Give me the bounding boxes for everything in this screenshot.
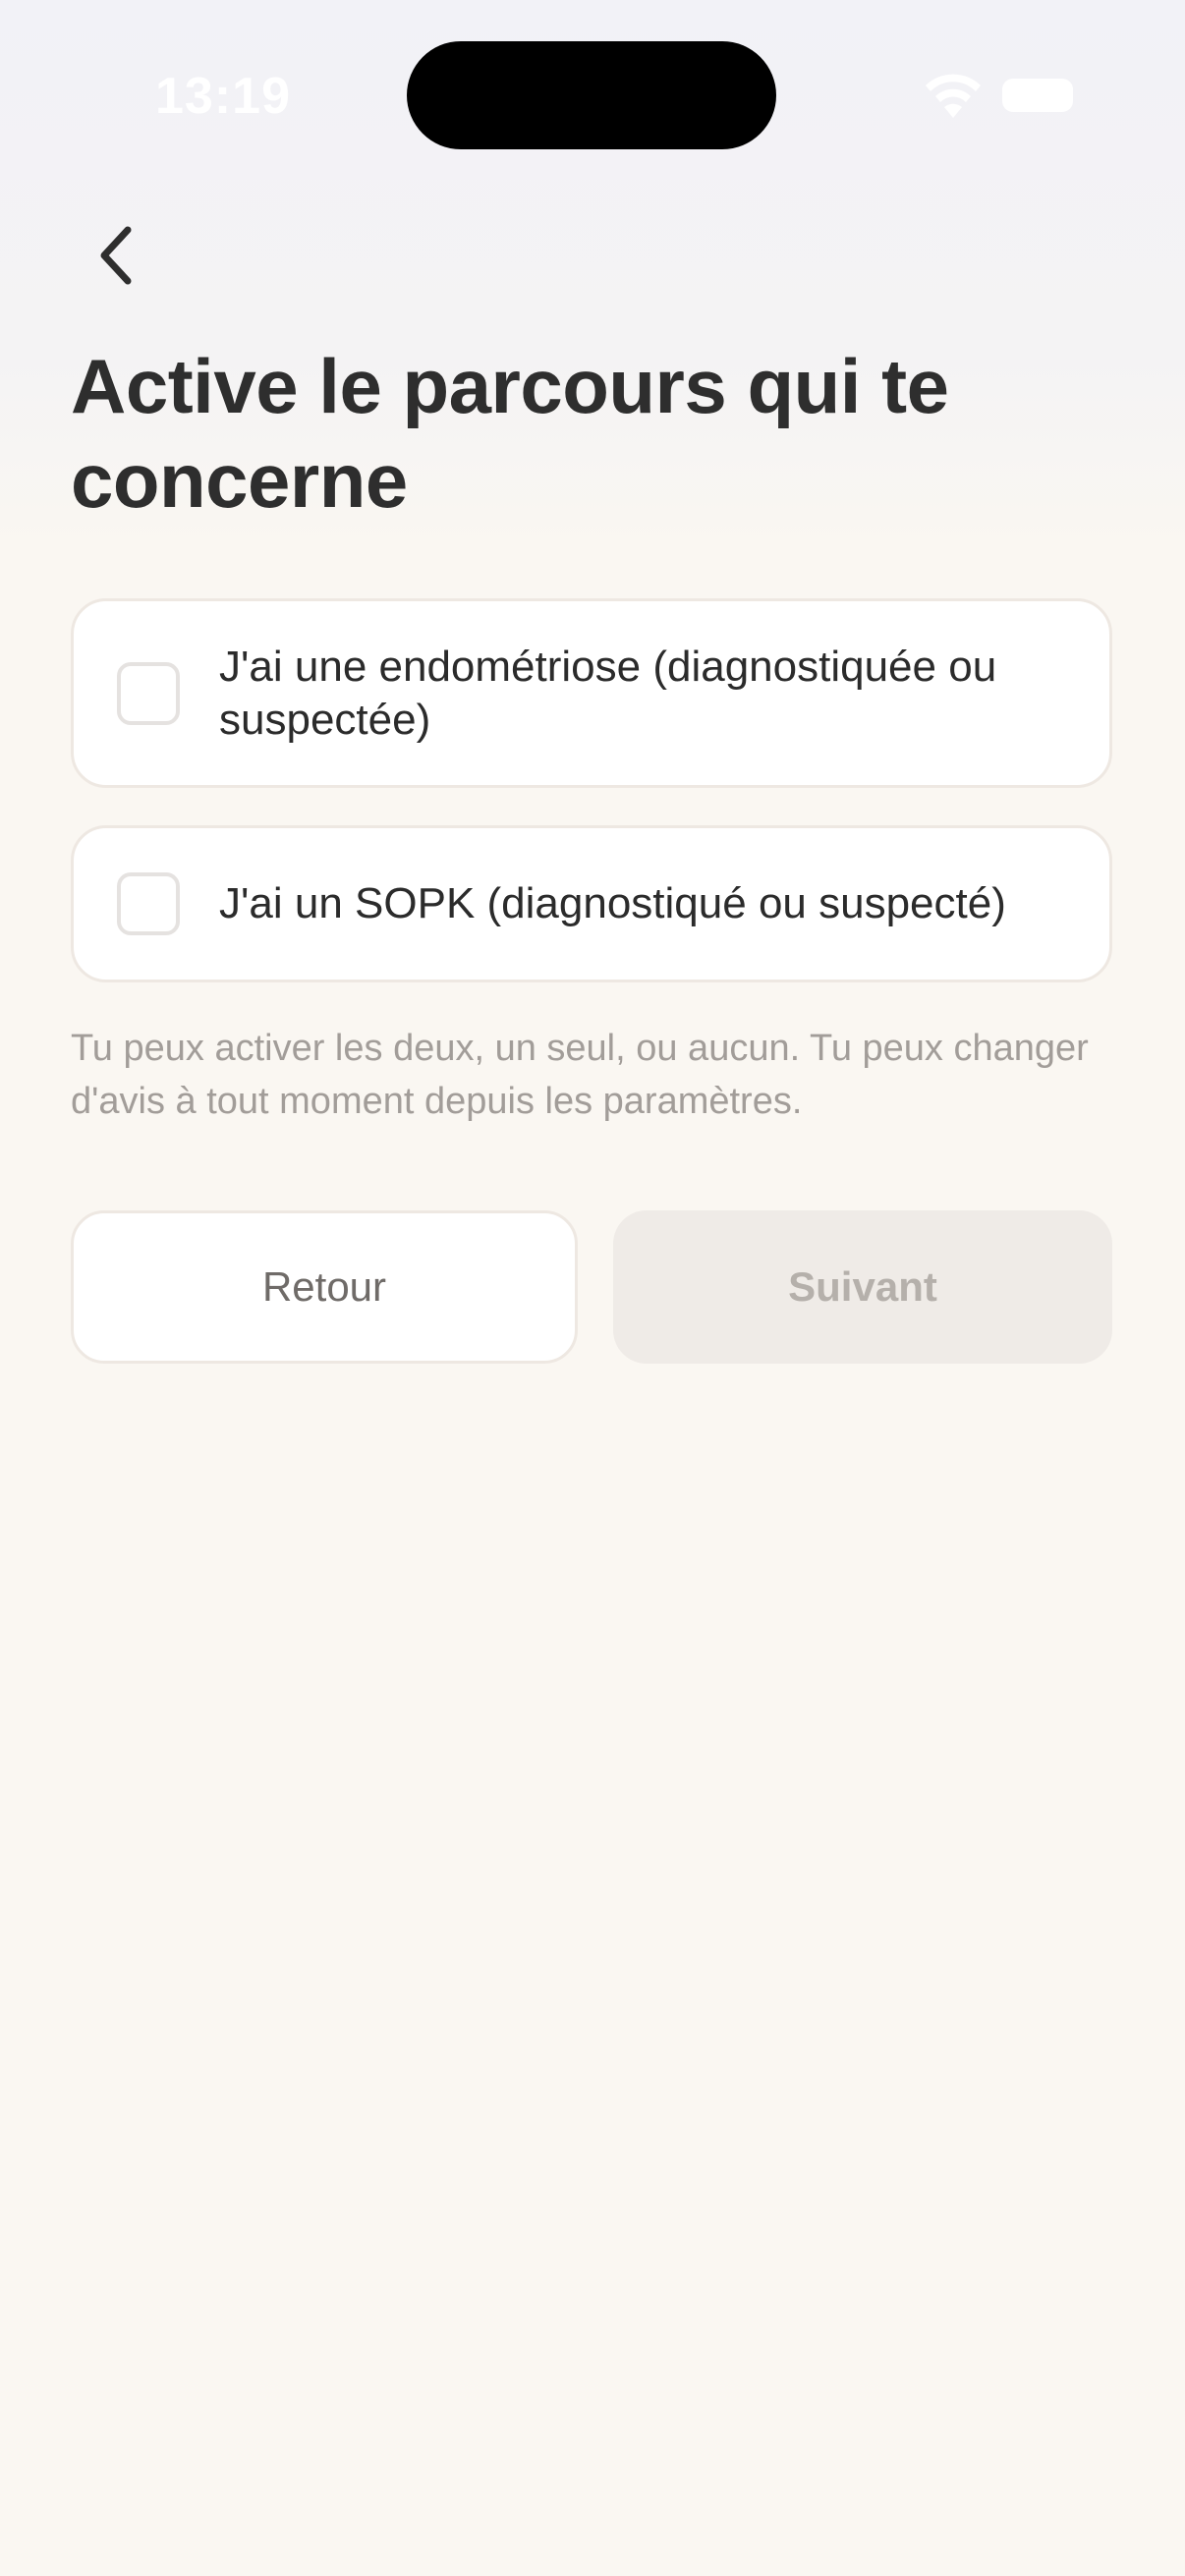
back-button[interactable]: Retour: [71, 1210, 578, 1364]
page-title: Active le parcours qui te concerne: [71, 343, 949, 524]
checkbox-sopk[interactable]: [117, 872, 180, 935]
helper-text: Tu peux activer les deux, un seul, ou au…: [71, 1028, 1089, 1122]
checkbox-endometriosis[interactable]: [117, 661, 180, 725]
option-label-sopk: J'ai un SOPK (diagnostiqué ou suspecté): [219, 879, 1006, 927]
status-time: 13:19: [155, 68, 291, 125]
option-sopk[interactable]: J'ai un SOPK (diagnostiqué ou suspecté): [71, 825, 1112, 982]
dynamic-island: [407, 41, 776, 149]
chevron-left-icon: [100, 226, 132, 285]
option-label-endometriosis: J'ai une endométriose (diagnostiquée ou …: [219, 642, 997, 744]
option-endometriosis[interactable]: J'ai une endométriose (diagnostiquée ou …: [71, 598, 1112, 788]
back-chevron-button[interactable]: [77, 216, 155, 295]
next-button[interactable]: Suivant: [613, 1210, 1112, 1364]
wifi-icon: [926, 74, 981, 118]
battery-icon: [1002, 79, 1073, 112]
